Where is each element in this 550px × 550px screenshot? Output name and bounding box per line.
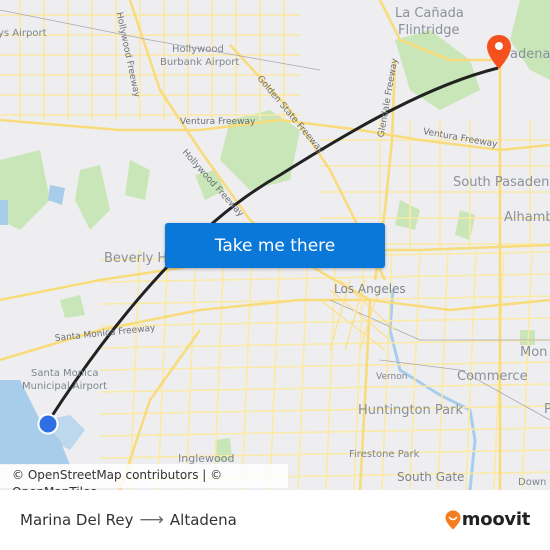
map-attribution[interactable]: © OpenStreetMap contributors | © OpenMap… (0, 464, 288, 490)
map-view[interactable]: ys Airport Hollywood Burbank Airport La … (0, 0, 550, 490)
origin-dot-icon (37, 413, 59, 435)
label-airport-nw: ys Airport (0, 28, 47, 39)
label-beverly-hills: Beverly H (104, 251, 168, 266)
label-smo-airport-2: Municipal Airport (22, 381, 108, 392)
label-firestone-park: Firestone Park (349, 449, 420, 460)
destination-name: Altadena (169, 511, 237, 529)
moovit-pin-icon (445, 510, 461, 529)
label-los-angeles: Los Angeles (334, 282, 406, 296)
label-altadena: adena (510, 47, 550, 62)
label-downey: Down (518, 477, 547, 488)
arrow-right-icon: ⟶ (139, 510, 164, 530)
route-summary: Marina Del Rey ⟶ Altadena (20, 510, 237, 530)
label-inglewood: Inglewood (178, 452, 235, 465)
label-la-canada-2: Flintridge (398, 23, 460, 38)
label-huntington-park: Huntington Park (358, 403, 463, 418)
label-burbank-airport-1: Hollywood (172, 44, 224, 55)
label-ventura-freeway-west: Ventura Freeway (180, 117, 256, 127)
moovit-logo[interactable]: moovit (445, 509, 530, 530)
take-me-there-button[interactable]: Take me there (165, 223, 385, 268)
label-monterey-park: Mon (520, 345, 548, 360)
label-pico-rivera: P (544, 402, 550, 417)
label-alhambra: Alhamb (504, 210, 550, 225)
label-la-canada-1: La Cañada (395, 6, 464, 21)
label-vernon: Vernon (376, 372, 408, 382)
label-smo-airport-1: Santa Monica (31, 368, 99, 379)
footer: Marina Del Rey ⟶ Altadena moovit (0, 490, 550, 550)
origin-marker[interactable] (37, 413, 59, 435)
label-commerce: Commerce (457, 369, 528, 384)
map-pin-icon (487, 35, 511, 69)
label-south-gate: South Gate (397, 470, 465, 484)
origin-name: Marina Del Rey (20, 511, 134, 529)
label-south-pasadena: South Pasaden (453, 175, 550, 190)
label-burbank-airport-2: Burbank Airport (160, 57, 240, 68)
destination-marker[interactable] (486, 34, 512, 70)
moovit-wordmark: moovit (461, 509, 531, 530)
